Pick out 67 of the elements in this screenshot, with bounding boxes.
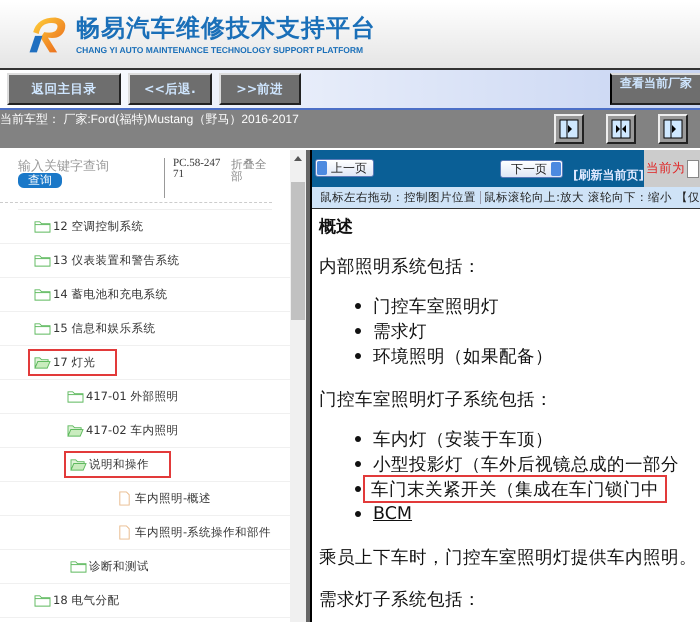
scrollbar[interactable] xyxy=(290,150,306,622)
bullet-icon xyxy=(355,353,361,360)
hint-text: 鼠标滚轮向上:放大 xyxy=(484,190,584,205)
page-number-field[interactable] xyxy=(686,160,699,178)
hint-text: 滚轮向下：缩小 xyxy=(588,190,672,205)
split-view-button[interactable] xyxy=(606,114,636,144)
list-item-text: 车内灯（安装于车顶） xyxy=(372,429,554,452)
list-item-text: 小型投影灯（车外后视镜总成的一部分 xyxy=(372,454,680,478)
platform-subtitle: CHANG YI AUTO MAINTENANCE TECHNOLOGY SUPPORT PLATFORM xyxy=(76,44,364,54)
current-model-text: 当前车型： 厂家:Ford(福特)Mustang（野马）2016-2017 xyxy=(0,112,299,126)
tree-item[interactable]: 417-01 外部照明 xyxy=(61,383,184,410)
single-view-button[interactable] xyxy=(554,114,584,144)
toolbar-button[interactable]: 返回主目录 xyxy=(7,73,121,105)
open-folder-icon xyxy=(34,355,51,370)
tree-item[interactable]: 车内照明-系统操作和部件 xyxy=(110,519,278,546)
paragraph: 内部照明系统包括： xyxy=(319,256,482,278)
toolbar-button[interactable]: <<后退. xyxy=(128,73,212,105)
bullet-icon xyxy=(355,486,361,492)
search-button[interactable]: 查询 xyxy=(18,173,62,188)
single-view-button[interactable] xyxy=(658,114,688,144)
folder-icon xyxy=(34,253,51,268)
folder-icon xyxy=(70,559,87,574)
folder-icon xyxy=(34,219,51,234)
paragraph: 乘员上下车时，门控车室照明灯提供车内照明。 xyxy=(319,546,698,569)
bullet-icon xyxy=(355,328,361,334)
list-item-text: 车门末关紧开关（集成在车门锁门中 xyxy=(363,475,667,504)
previous-page-button[interactable]: 上一页 xyxy=(315,159,374,177)
bullet-icon xyxy=(355,436,361,442)
paragraph: 需求灯子系统包括： xyxy=(319,588,482,611)
hint-text: 【仅 xyxy=(676,190,700,205)
tree-item[interactable]: 13 仪表装置和警告系统 xyxy=(28,247,186,274)
folder-icon xyxy=(34,321,51,336)
paragraph: 门控车室照明灯子系统包括： xyxy=(319,388,554,411)
current-page-label: 当前为 xyxy=(646,160,685,177)
folder-icon xyxy=(67,389,84,404)
view-manufacturer-button[interactable]: 查看当前厂家 xyxy=(610,73,700,105)
tree-item[interactable]: 18 电气分配 xyxy=(28,587,126,614)
tree-item[interactable]: 车内照明-概述 xyxy=(110,485,218,512)
list-item-text: 门控车室照明灯 xyxy=(372,296,500,320)
tree-item[interactable]: 14 蓄电池和充电系统 xyxy=(28,281,174,308)
tree-item[interactable]: 17 灯光 xyxy=(28,349,118,376)
open-folder-icon xyxy=(67,423,84,438)
list-link[interactable]: BCM xyxy=(369,502,416,526)
scroll-up-icon[interactable] xyxy=(294,156,302,161)
folder-icon xyxy=(34,287,51,302)
search-field[interactable]: 输入关键字查询 xyxy=(18,158,148,173)
tree-item[interactable]: 说明和操作 xyxy=(64,451,171,478)
collapse-all-link[interactable]: 折叠全部 xyxy=(231,158,271,182)
tree-item[interactable]: 15 信息和娱乐系统 xyxy=(28,315,162,342)
folder-icon xyxy=(34,593,51,608)
scroll-thumb[interactable] xyxy=(291,182,305,320)
toolbar-button[interactable]: >>前进 xyxy=(218,73,301,105)
section-heading: 概述 xyxy=(319,216,354,238)
bullet-icon xyxy=(355,461,361,468)
tree-item[interactable]: 417-02 车内照明 xyxy=(61,417,184,444)
tree-item[interactable]: 诊断和测试 xyxy=(64,553,155,580)
open-folder-icon xyxy=(70,457,87,472)
bullet-icon xyxy=(355,511,361,518)
tree-item[interactable]: 12 空调控制系统 xyxy=(28,213,150,240)
next-page-button[interactable]: 下一页 xyxy=(500,160,563,178)
bullet-icon xyxy=(355,303,361,310)
list-item-text: 需求灯 xyxy=(372,321,428,344)
code-text: PC.58-24771 xyxy=(173,158,222,180)
refresh-page-link[interactable]: [刷新当前页] xyxy=(573,167,644,184)
platform-title: 畅易汽车维修技术支持平台 xyxy=(76,14,376,42)
hint-text: 鼠标左右拖动：控制图片位置 xyxy=(320,190,476,205)
list-item-text: 环境照明（如果配备） xyxy=(372,346,554,370)
